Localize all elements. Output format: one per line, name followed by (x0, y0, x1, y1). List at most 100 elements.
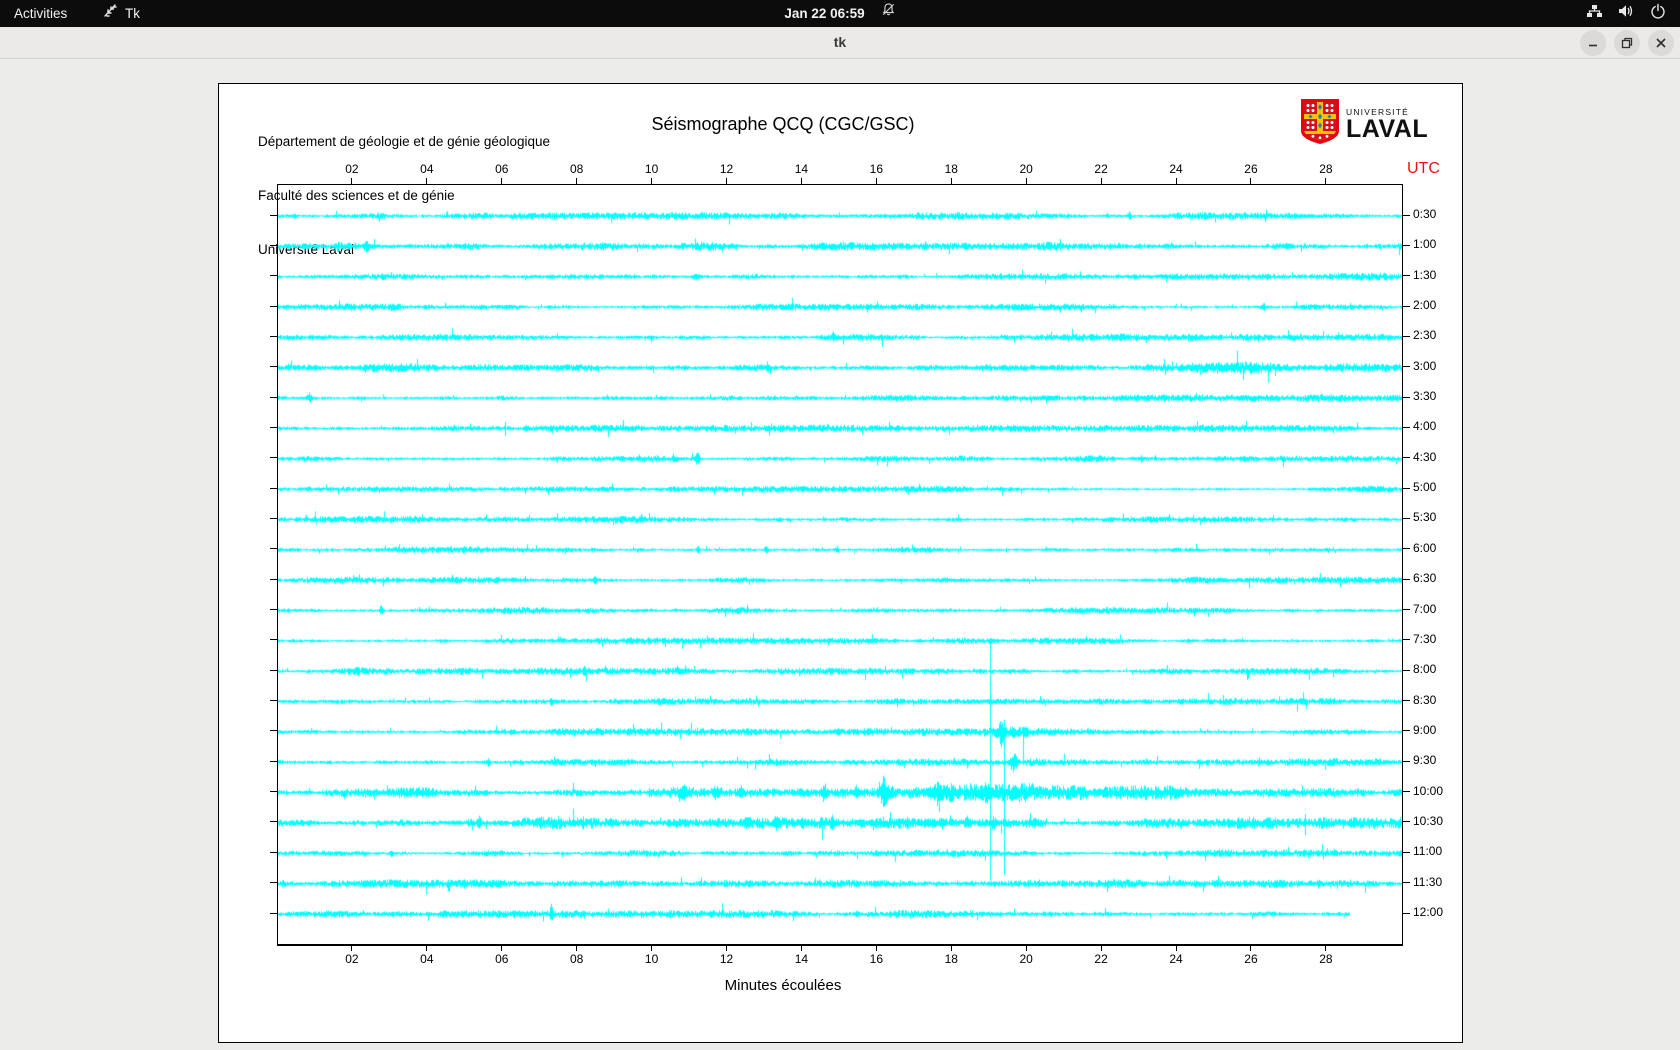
utc-time-label: 1:00 (1413, 237, 1465, 251)
utc-time-label: 2:00 (1413, 298, 1465, 312)
network-icon[interactable] (1586, 3, 1603, 24)
seismogram-trace-canvas (278, 185, 1402, 944)
row-tick-left (270, 397, 277, 398)
laval-shield-icon (1300, 98, 1340, 150)
row-tick-left (270, 245, 277, 246)
x-tick-top (801, 178, 802, 184)
utc-time-label: 5:00 (1413, 480, 1465, 494)
x-tick-top (1101, 178, 1102, 184)
row-tick-left (270, 609, 277, 610)
x-tick-label-top: 04 (412, 162, 442, 176)
x-tick-top (351, 178, 352, 184)
x-tick-label-bottom: 14 (786, 952, 816, 966)
notifications-muted-icon (881, 0, 896, 26)
utc-time-label: 0:30 (1413, 207, 1465, 221)
row-tick-right (1403, 366, 1410, 367)
x-tick-label-bottom: 18 (936, 952, 966, 966)
x-tick-label-top: 14 (786, 162, 816, 176)
x-tick-label-bottom: 10 (637, 952, 667, 966)
x-tick-label-bottom: 28 (1311, 952, 1341, 966)
utc-time-label: 1:30 (1413, 268, 1465, 282)
x-tick-label-bottom: 16 (861, 952, 891, 966)
utc-time-label: 7:30 (1413, 632, 1465, 646)
window-titlebar[interactable]: tk (0, 27, 1680, 59)
row-tick-right (1403, 427, 1410, 428)
x-tick-top (1325, 178, 1326, 184)
row-tick-right (1403, 882, 1410, 883)
x-tick-label-top: 16 (861, 162, 891, 176)
x-axis-label: Minutes écoulées (277, 977, 1289, 994)
row-tick-right (1403, 215, 1410, 216)
row-tick-left (270, 427, 277, 428)
row-tick-left (270, 215, 277, 216)
row-tick-left (270, 670, 277, 671)
helicorder-plot-box (277, 184, 1403, 946)
row-tick-left (270, 882, 277, 883)
clock[interactable]: Jan 22 06:59 (784, 6, 864, 21)
utc-axis-label: UTC (1407, 160, 1440, 178)
utc-time-label: 3:30 (1413, 389, 1465, 403)
x-tick-bottom (351, 945, 352, 951)
x-tick-label-bottom: 08 (562, 952, 592, 966)
minimize-button[interactable] (1580, 30, 1606, 56)
volume-icon[interactable] (1618, 3, 1635, 24)
row-tick-right (1403, 336, 1410, 337)
x-tick-label-bottom: 22 (1086, 952, 1116, 966)
row-tick-right (1403, 609, 1410, 610)
row-tick-right (1403, 579, 1410, 580)
utc-time-label: 8:00 (1413, 662, 1465, 676)
x-tick-bottom (501, 945, 502, 951)
x-tick-label-top: 18 (936, 162, 966, 176)
row-tick-left (270, 488, 277, 489)
row-tick-right (1403, 306, 1410, 307)
row-tick-left (270, 306, 277, 307)
utc-time-label: 11:30 (1413, 875, 1465, 889)
window-title: tk (0, 27, 1680, 58)
power-icon[interactable] (1650, 3, 1666, 24)
row-tick-right (1403, 913, 1410, 914)
x-tick-top (576, 178, 577, 184)
x-tick-bottom (576, 945, 577, 951)
x-tick-label-top: 02 (337, 162, 367, 176)
utc-time-label: 6:00 (1413, 541, 1465, 555)
x-tick-label-top: 06 (487, 162, 517, 176)
x-tick-top (501, 178, 502, 184)
row-tick-right (1403, 488, 1410, 489)
utc-time-label: 2:30 (1413, 328, 1465, 342)
maximize-button[interactable] (1614, 30, 1640, 56)
utc-time-label: 9:30 (1413, 753, 1465, 767)
x-tick-top (651, 178, 652, 184)
x-tick-bottom (1026, 945, 1027, 951)
x-tick-label-top: 28 (1311, 162, 1341, 176)
row-tick-left (270, 700, 277, 701)
row-tick-left (270, 579, 277, 580)
utc-time-label: 11:00 (1413, 844, 1465, 858)
utc-time-label: 4:00 (1413, 419, 1465, 433)
x-tick-bottom (876, 945, 877, 951)
utc-time-label: 7:00 (1413, 602, 1465, 616)
row-tick-right (1403, 670, 1410, 671)
x-tick-label-top: 20 (1011, 162, 1041, 176)
utc-time-label: 10:30 (1413, 814, 1465, 828)
x-tick-top (726, 178, 727, 184)
row-tick-left (270, 913, 277, 914)
row-tick-left (270, 457, 277, 458)
utc-time-label: 6:30 (1413, 571, 1465, 585)
institution-line-1: Département de géologie et de génie géol… (258, 133, 550, 151)
x-tick-top (876, 178, 877, 184)
x-tick-label-bottom: 20 (1011, 952, 1041, 966)
seismograph-panel: Département de géologie et de génie géol… (218, 83, 1463, 1043)
universite-laval-logo: UNIVERSITÉ LAVAL (1300, 98, 1428, 150)
row-tick-left (270, 518, 277, 519)
row-tick-left (270, 821, 277, 822)
x-tick-label-top: 12 (712, 162, 742, 176)
row-tick-right (1403, 245, 1410, 246)
x-tick-bottom (1250, 945, 1251, 951)
close-button[interactable] (1648, 30, 1674, 56)
x-tick-top (1250, 178, 1251, 184)
row-tick-right (1403, 791, 1410, 792)
x-tick-top (951, 178, 952, 184)
x-tick-bottom (426, 945, 427, 951)
row-tick-right (1403, 548, 1410, 549)
x-tick-bottom (726, 945, 727, 951)
